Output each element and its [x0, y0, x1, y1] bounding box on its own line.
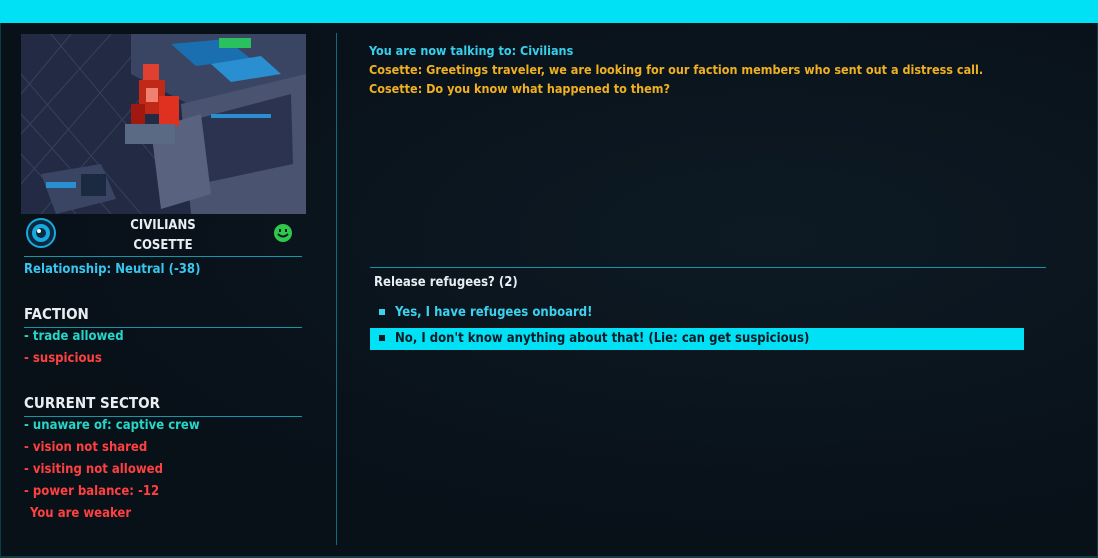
character-faction: CIVILIANS: [130, 218, 196, 233]
character-portrait: [21, 34, 306, 214]
dialogue-option-no[interactable]: No, I don't know anything about that! (L…: [370, 328, 1024, 350]
top-bar: [0, 0, 1098, 23]
panel-divider: [336, 33, 337, 545]
sector-trait: - power balance: -12: [24, 484, 160, 499]
sector-trait: - unaware of: captive crew: [24, 418, 200, 433]
header-divider: [24, 256, 302, 257]
faction-section-title: FACTION: [24, 305, 89, 323]
character-names: CIVILIANS COSETTE: [24, 216, 302, 256]
dialogue-log: You are now talking to: Civilians Cosett…: [369, 41, 983, 98]
bullet-icon: [379, 335, 385, 341]
dialogue-prompt: Release refugees? (2): [374, 275, 518, 290]
option-label: Yes, I have refugees onboard!: [395, 305, 593, 320]
log-line: Cosette: Greetings traveler, we are look…: [369, 62, 984, 77]
sector-trait: - visiting not allowed: [24, 462, 163, 477]
faction-divider: [24, 327, 302, 328]
sector-trait: - vision not shared: [24, 440, 148, 455]
log-line: You are now talking to: Civilians: [369, 43, 574, 58]
sector-divider: [24, 416, 302, 417]
dialogue-option-yes[interactable]: Yes, I have refugees onboard!: [370, 302, 1024, 324]
character-header: CIVILIANS COSETTE: [24, 216, 302, 256]
faction-trait: - trade allowed: [24, 329, 124, 344]
log-line: Cosette: Do you know what happened to th…: [369, 81, 671, 96]
sector-trait: You are weaker: [30, 506, 132, 521]
character-name: COSETTE: [133, 238, 193, 253]
bullet-icon: [379, 309, 385, 315]
relationship-status: Relationship: Neutral (-38): [24, 262, 201, 277]
faction-trait: - suspicious: [24, 351, 102, 366]
option-label: No, I don't know anything about that! (L…: [395, 331, 810, 346]
sector-section-title: CURRENT SECTOR: [24, 394, 160, 412]
smiley-face-icon: [274, 224, 292, 242]
choices-divider: [370, 267, 1046, 268]
